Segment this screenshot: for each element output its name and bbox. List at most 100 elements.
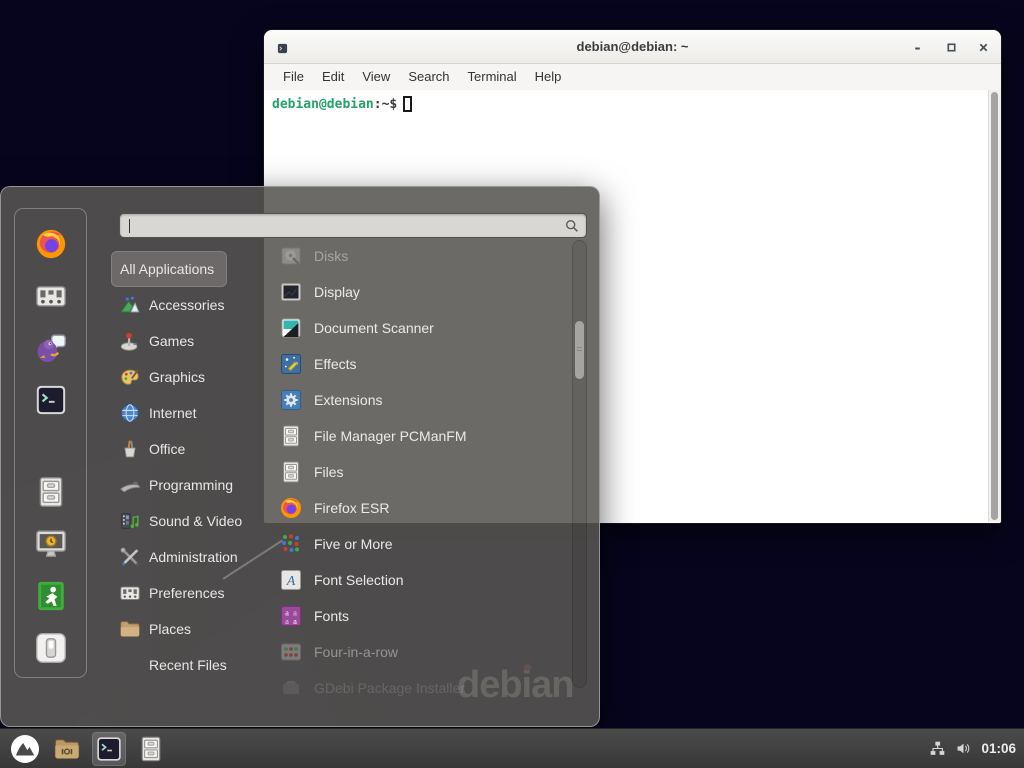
category-label: Administration (149, 549, 238, 565)
taskbar-button-files[interactable] (134, 732, 168, 766)
close-button[interactable] (975, 39, 991, 55)
favorite-button-settings[interactable] (34, 279, 68, 313)
taskbar-launchers (0, 729, 168, 768)
category-item[interactable]: Programming (111, 467, 245, 503)
terminal-scrollbar[interactable] (988, 90, 1001, 522)
favorite-button-lock-screen[interactable] (34, 527, 68, 561)
terminal-menu-item[interactable]: Search (399, 64, 458, 90)
category-item[interactable]: Games (111, 323, 206, 359)
terminal-menu-item[interactable]: View (353, 64, 399, 90)
application-label: Display (314, 284, 360, 300)
category-label: Internet (149, 405, 196, 421)
category-list: All Applications Accessories Games Graph… (111, 251, 263, 683)
terminal-menubar: File Edit View Search Terminal Help (264, 64, 1001, 90)
application-item[interactable]: Display (265, 274, 565, 310)
taskbar-button-file-manager[interactable] (50, 732, 84, 766)
network-icon[interactable] (929, 740, 946, 757)
favorite-button-file-manager[interactable] (34, 475, 68, 509)
category-item[interactable]: Accessories (111, 287, 236, 323)
favorite-button-shutdown[interactable] (34, 631, 68, 665)
application-label: Files (314, 464, 344, 480)
application-item[interactable]: Document Scanner (265, 310, 565, 346)
application-label: File Manager PCManFM (314, 428, 467, 444)
category-item[interactable]: Sound & Video (111, 503, 254, 539)
category-item[interactable]: Office (111, 431, 197, 467)
category-label: Accessories (149, 297, 224, 313)
terminal-menu-item[interactable]: File (274, 64, 313, 90)
application-item[interactable]: GDebi Package Installer (265, 670, 565, 706)
favorite-button-terminal[interactable] (34, 383, 68, 417)
taskbar-button-terminal[interactable] (92, 732, 126, 766)
favorites-column (14, 208, 87, 678)
extensions-icon (279, 388, 303, 412)
office-icon (119, 438, 141, 460)
terminal-cursor (403, 96, 412, 112)
fonts-icon: aaaa (279, 604, 303, 628)
four-in-a-row-icon (279, 640, 303, 664)
category-item[interactable]: Administration (111, 539, 250, 575)
settings-panel-icon (34, 279, 68, 313)
application-item[interactable]: Effects (265, 346, 565, 382)
category-item[interactable]: Recent Files (111, 647, 239, 683)
application-label: GDebi Package Installer (314, 680, 465, 696)
maximize-icon (946, 42, 957, 53)
application-label: Disks (314, 248, 348, 264)
document-scanner-icon (279, 316, 303, 340)
display-icon (279, 280, 303, 304)
text-caret (129, 219, 130, 233)
search-icon (564, 218, 580, 234)
application-item[interactable]: Four-in-a-row (265, 634, 565, 670)
file-cabinet-icon (279, 460, 303, 484)
terminal-scrollbar-thumb[interactable] (991, 92, 998, 520)
category-label: All Applications (120, 261, 214, 277)
category-item[interactable]: Graphics (111, 359, 217, 395)
category-item[interactable]: Preferences (111, 575, 236, 611)
category-label: Recent Files (149, 657, 227, 673)
minimize-icon (912, 42, 923, 53)
application-item[interactable]: Files (265, 454, 565, 490)
volume-icon[interactable] (955, 740, 972, 757)
terminal-menu-item[interactable]: Terminal (459, 64, 526, 90)
taskbar-button-menu[interactable] (8, 732, 42, 766)
category-label: Office (149, 441, 185, 457)
maximize-button[interactable] (943, 39, 959, 55)
application-item[interactable]: Five or More (265, 526, 565, 562)
menu-scrollbar-thumb[interactable] (575, 321, 584, 379)
terminal-menu-item[interactable]: Edit (313, 64, 353, 90)
category-item[interactable]: Places (111, 611, 203, 647)
terminal-titlebar[interactable]: debian@debian: ~ (264, 30, 1001, 64)
internet-icon (119, 402, 141, 424)
minimize-button[interactable] (909, 39, 925, 55)
menu-scrollbar[interactable] (572, 240, 587, 688)
application-item[interactable]: Disks (265, 238, 565, 274)
file-cabinet-icon (279, 424, 303, 448)
application-label: Five or More (314, 536, 393, 552)
menu-logo-icon (9, 733, 41, 765)
search-input[interactable] (128, 215, 558, 236)
prompt-user-host: debian@debian (272, 97, 374, 112)
category-item[interactable]: All Applications (111, 251, 227, 287)
application-item[interactable]: A Font Selection (265, 562, 565, 598)
svg-text:a: a (285, 616, 289, 626)
favorite-button-firefox[interactable] (34, 227, 68, 261)
disks-icon (279, 244, 303, 268)
search-box (119, 213, 587, 238)
lock-screen-icon (34, 527, 68, 561)
favorite-button-pidgin[interactable] (34, 331, 68, 365)
clock[interactable]: 01:06 (981, 741, 1016, 756)
application-menu: All Applications Accessories Games Graph… (0, 186, 600, 727)
application-item[interactable]: Firefox ESR (265, 490, 565, 526)
application-item[interactable]: Extensions (265, 382, 565, 418)
category-item[interactable]: Internet (111, 395, 208, 431)
application-label: Four-in-a-row (314, 644, 398, 660)
terminal-menu-item[interactable]: Help (526, 64, 571, 90)
pidgin-icon (34, 331, 68, 365)
administration-icon (119, 546, 141, 568)
application-item[interactable]: aaaa Fonts (265, 598, 565, 634)
favorite-button-logout[interactable] (34, 579, 68, 613)
terminal-window-title: debian@debian: ~ (264, 30, 1001, 64)
svg-text:A: A (286, 574, 296, 589)
application-label: Fonts (314, 608, 349, 624)
application-item[interactable]: File Manager PCManFM (265, 418, 565, 454)
file-cabinet-icon (34, 475, 68, 509)
